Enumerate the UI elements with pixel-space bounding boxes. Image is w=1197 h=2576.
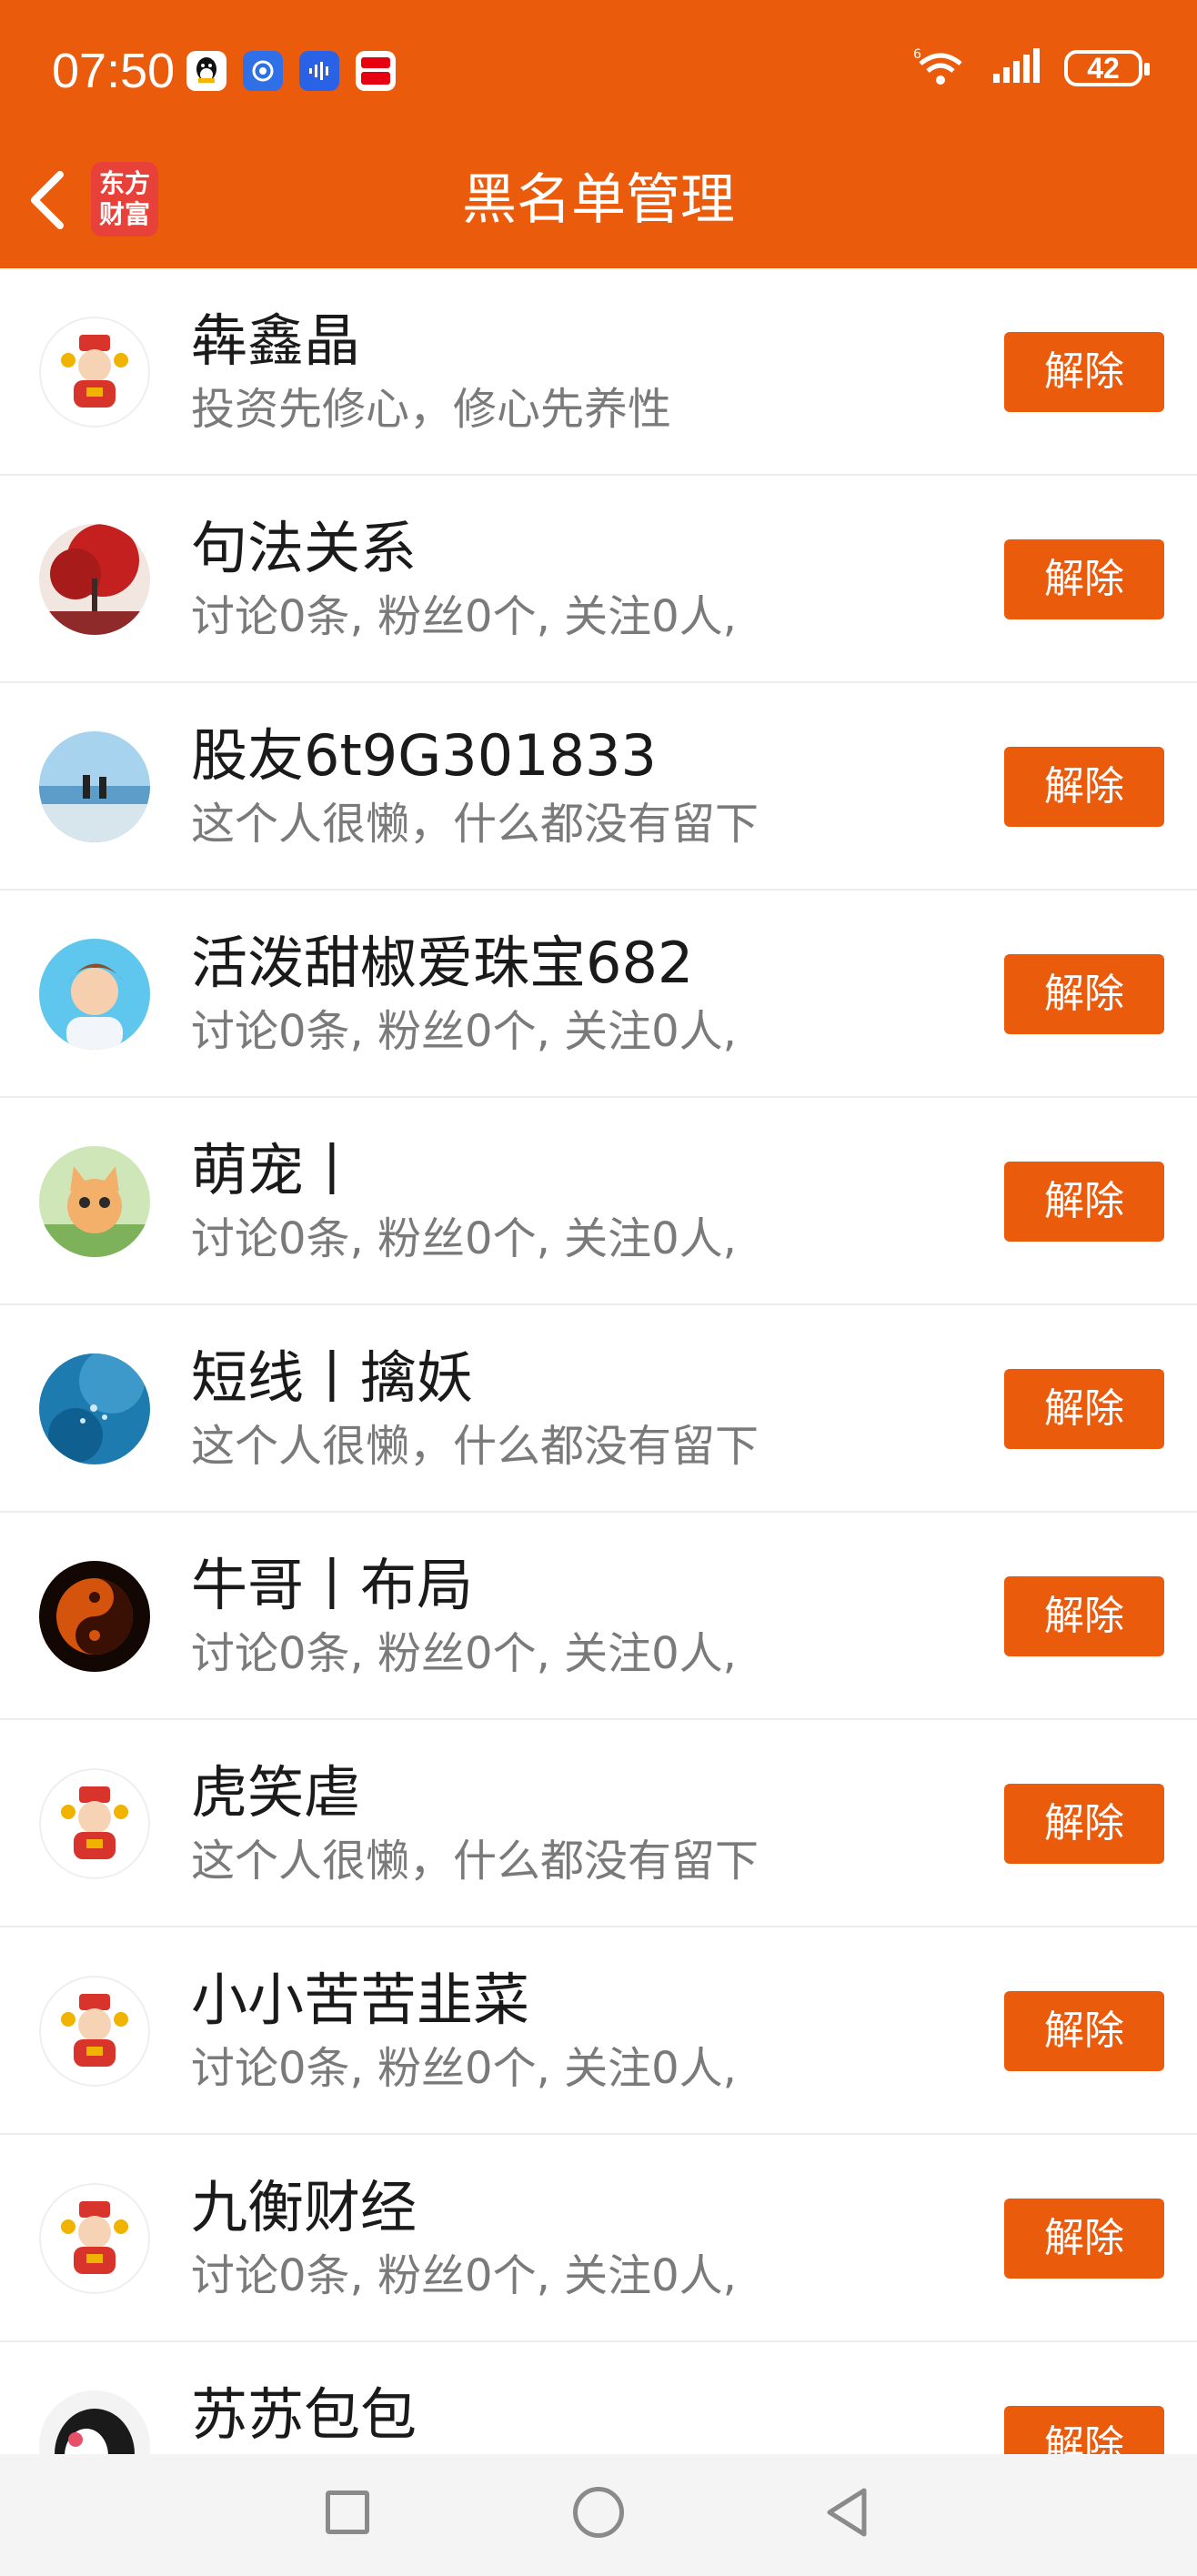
remove-button[interactable]: 解除 bbox=[1004, 2199, 1164, 2279]
remove-button[interactable]: 解除 bbox=[1004, 1991, 1164, 2071]
system-indicators: 6 42 bbox=[913, 45, 1150, 91]
notification-icons bbox=[186, 51, 396, 91]
list-item: 牛哥丨布局 讨论0条, 粉丝0个, 关注0人, 解除 bbox=[0, 1513, 1197, 1720]
payment-icon bbox=[356, 51, 396, 91]
avatar[interactable] bbox=[39, 731, 150, 842]
avatar[interactable] bbox=[39, 2183, 150, 2294]
avatar[interactable] bbox=[39, 939, 150, 1050]
user-name: 短线丨擒妖 bbox=[191, 1344, 474, 1411]
user-description: 投资先修心，修心先养性 bbox=[191, 384, 672, 435]
user-name: 九衡财经 bbox=[191, 2174, 417, 2240]
remove-button[interactable]: 解除 bbox=[1004, 1162, 1164, 1242]
user-name: 句法关系 bbox=[191, 515, 417, 581]
title-bar: 东方 财富 黑名单管理 bbox=[0, 136, 1197, 268]
avatar[interactable] bbox=[39, 1353, 150, 1464]
user-description: 这个人很懒，什么都没有留下 bbox=[191, 1421, 759, 1472]
remove-button[interactable]: 解除 bbox=[1004, 1784, 1164, 1864]
user-name: 虎笑虐 bbox=[191, 1759, 361, 1826]
user-name: 苏苏包包 bbox=[191, 2381, 417, 2448]
user-name: 萌宠丨 bbox=[191, 1137, 361, 1203]
user-name: 小小苦苦韭菜 bbox=[191, 1967, 530, 2033]
remove-button[interactable]: 解除 bbox=[1004, 332, 1164, 412]
avatar[interactable] bbox=[39, 1561, 150, 1672]
list-item: 九衡财经 讨论0条, 粉丝0个, 关注0人, 解除 bbox=[0, 2135, 1197, 2342]
voice-icon bbox=[299, 51, 339, 91]
user-description: 讨论0条, 粉丝0个, 关注0人, bbox=[191, 2250, 737, 2301]
signal-icon bbox=[991, 48, 1041, 88]
list-item: 小小苦苦韭菜 讨论0条, 粉丝0个, 关注0人, 解除 bbox=[0, 1927, 1197, 2135]
network-type: 6 bbox=[913, 47, 921, 62]
status-time: 07:50 bbox=[52, 44, 176, 98]
user-name: 活泼甜椒爱珠宝682 bbox=[191, 930, 694, 996]
list-item: 句法关系 讨论0条, 粉丝0个, 关注0人, 解除 bbox=[0, 476, 1197, 683]
avatar[interactable] bbox=[39, 317, 150, 428]
list-item: 虎笑虐 这个人很懒，什么都没有留下 解除 bbox=[0, 1720, 1197, 1927]
battery-icon: 42 bbox=[1064, 50, 1150, 86]
user-description: 讨论0条, 粉丝0个, 关注0人, bbox=[191, 1006, 737, 1057]
list-item: 犇鑫晶 投资先修心，修心先养性 解除 bbox=[0, 268, 1197, 476]
remove-button[interactable]: 解除 bbox=[1004, 1576, 1164, 1656]
user-description: 讨论0条, 粉丝0个, 关注0人, bbox=[191, 2043, 737, 2094]
user-name: 牛哥丨布局 bbox=[191, 1552, 474, 1618]
user-name: 犇鑫晶 bbox=[191, 307, 361, 374]
remove-button[interactable]: 解除 bbox=[1004, 747, 1164, 827]
recent-apps-icon[interactable] bbox=[326, 2490, 369, 2534]
list-item: 活泼甜椒爱珠宝682 讨论0条, 粉丝0个, 关注0人, 解除 bbox=[0, 891, 1197, 1098]
system-nav-bar bbox=[0, 2454, 1197, 2576]
page-title: 黑名单管理 bbox=[462, 168, 735, 232]
home-icon[interactable] bbox=[573, 2487, 624, 2538]
wifi-icon: 6 bbox=[913, 45, 968, 91]
list-item: 股友6t9G301833 这个人很懒，什么都没有留下 解除 bbox=[0, 683, 1197, 891]
remove-button[interactable]: 解除 bbox=[1004, 1369, 1164, 1449]
user-description: 这个人很懒，什么都没有留下 bbox=[191, 799, 759, 850]
assistant-icon bbox=[243, 51, 283, 91]
avatar[interactable] bbox=[39, 1146, 150, 1257]
user-description: 这个人很懒，什么都没有留下 bbox=[191, 1836, 759, 1887]
list-item: 萌宠丨 讨论0条, 粉丝0个, 关注0人, 解除 bbox=[0, 1098, 1197, 1305]
qq-icon bbox=[186, 51, 226, 91]
user-description: 讨论0条, 粉丝0个, 关注0人, bbox=[191, 1213, 737, 1264]
remove-button[interactable]: 解除 bbox=[1004, 539, 1164, 619]
blacklist: 犇鑫晶 投资先修心，修心先养性 解除 句法关系 讨论0条, 粉丝0个, 关注0人… bbox=[0, 268, 1197, 2550]
status-bar: 07:50 6 42 bbox=[0, 0, 1197, 136]
user-description: 讨论0条, 粉丝0个, 关注0人, bbox=[191, 591, 737, 642]
avatar[interactable] bbox=[39, 1976, 150, 2087]
remove-button[interactable]: 解除 bbox=[1004, 954, 1164, 1034]
back-triangle-icon[interactable] bbox=[820, 2485, 875, 2540]
user-name: 股友6t9G301833 bbox=[191, 722, 657, 789]
user-description: 讨论0条, 粉丝0个, 关注0人, bbox=[191, 1628, 737, 1679]
list-item: 短线丨擒妖 这个人很懒，什么都没有留下 解除 bbox=[0, 1305, 1197, 1513]
avatar[interactable] bbox=[39, 524, 150, 635]
avatar[interactable] bbox=[39, 1768, 150, 1879]
